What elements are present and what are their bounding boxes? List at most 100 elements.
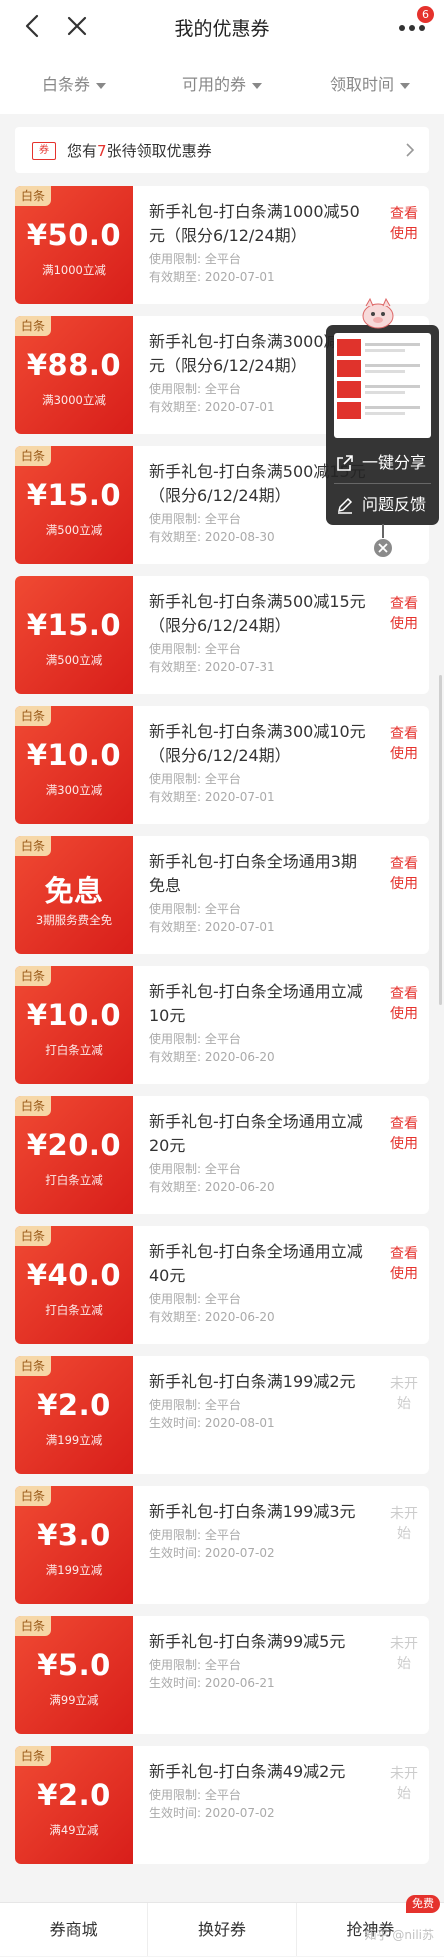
coupon-amount: ¥10.0 (26, 998, 122, 1032)
filter-availability[interactable]: 可用的券 (148, 71, 296, 95)
not-started-label: 未开始 (390, 1636, 418, 1672)
coupon-tag: 白条 (15, 706, 52, 726)
coupon-limit: 使用限制: 全平台 (149, 642, 241, 656)
coupon-card[interactable]: 白条 免息 3期服务费全免 新手礼包-打白条全场通用3期免息 使用限制: 全平台 有效期至… (15, 836, 429, 954)
coupon-details: 新手礼包-打白条满99减5元 使用限制: 全平台 生效时间: 2020-06-21 (149, 1630, 369, 1692)
close-popup-icon[interactable] (373, 538, 393, 558)
coupon-card[interactable]: 白条 ¥2.0 满49立减 新手礼包-打白条满49减2元 使用限制: 全平台 生效时间: … (15, 1746, 429, 1864)
coupon-card[interactable]: 白条 ¥5.0 满99立减 新手礼包-打白条满99减5元 使用限制: 全平台 生效时间: … (15, 1616, 429, 1734)
coupon-details: 新手礼包-打白条满199减2元 使用限制: 全平台 生效时间: 2020-08-01 (149, 1370, 369, 1432)
coupon-condition: 满199立减 (45, 1563, 103, 1577)
mascot-icon (362, 297, 394, 329)
filter-bar: 白条券 可用的券 领取时间 (0, 52, 444, 114)
coupon-tag: 白条 (15, 446, 52, 466)
coupon-date: 有效期至: 2020-06-20 (149, 1180, 275, 1194)
coupon-date: 生效时间: 2020-07-02 (149, 1546, 275, 1560)
coupon-tag: 白条 (15, 1616, 52, 1636)
coupon-card[interactable]: 白条 ¥10.0 满300立减 新手礼包-打白条满300减10元（限分6/12/24期… (15, 706, 429, 824)
coupon-tag: 白条 (15, 1226, 52, 1246)
coupon-amount: ¥50.0 (26, 218, 122, 252)
coupon-tag: 白条 (15, 1746, 52, 1766)
filter-coupon-type[interactable]: 白条券 (0, 71, 148, 95)
coupon-details: 新手礼包-打白条全场通用立减10元 使用限制: 全平台 有效期至: 2020-06-… (149, 980, 369, 1066)
coupon-condition: 打白条立减 (45, 1043, 103, 1057)
notice-prefix: 您有 (67, 142, 98, 160)
view-use-button[interactable]: 查看使用 (389, 854, 419, 894)
coupon-card[interactable]: 白条 ¥10.0 打白条立减 新手礼包-打白条全场通用立减10元 使用限制: 全平台 有效… (15, 966, 429, 1084)
more-icon[interactable] (398, 24, 426, 32)
coupon-date: 有效期至: 2020-07-01 (149, 790, 275, 804)
coupon-amount: ¥88.0 (26, 348, 122, 382)
coupon-title: 新手礼包-打白条满199减3元 (149, 1502, 356, 1521)
coupon-date: 有效期至: 2020-06-20 (149, 1050, 275, 1064)
coupon-condition: 打白条立减 (45, 1173, 103, 1187)
coupon-condition: 3期服务费全免 (35, 913, 113, 927)
view-use-button[interactable]: 查看使用 (389, 984, 419, 1024)
filter-label: 领取时间 (329, 75, 394, 94)
coupon-tag: 白条 (15, 1096, 52, 1116)
coupon-tag: 白条 (15, 186, 52, 206)
coupon-tag: 白条 (15, 836, 52, 856)
coupon-card[interactable]: ¥15.0 满500立减 新手礼包-打白条满500减15元（限分6/12/24期） 使… (15, 576, 429, 694)
coupon-amount: ¥2.0 (37, 1778, 111, 1812)
coupon-details: 新手礼包-打白条满500减15元（限分6/12/24期） 使用限制: 全平台有效期… (149, 590, 369, 676)
tab-coupon-mall[interactable]: 券商城 (0, 1903, 147, 1956)
notice-suffix: 张待领取优惠券 (106, 142, 212, 160)
caret-down-icon (400, 82, 410, 89)
coupon-card[interactable]: 白条 ¥3.0 满199立减 新手礼包-打白条满199减3元 使用限制: 全平台 生效时间… (15, 1486, 429, 1604)
coupon-condition: 满99立减 (49, 1693, 99, 1707)
coupon-title: 新手礼包-打白条满1000减50元（限分6/12/24期） (149, 202, 360, 245)
screenshot-thumbnail[interactable] (334, 333, 431, 438)
share-button[interactable]: 一键分享 (334, 445, 438, 481)
view-use-button[interactable]: 查看使用 (389, 1114, 419, 1154)
coupon-card[interactable]: 白条 ¥2.0 满199立减 新手礼包-打白条满199减2元 使用限制: 全平台 生效时间… (15, 1356, 429, 1474)
coupon-title: 新手礼包-打白条满500减15元（限分6/12/24期） (149, 592, 366, 635)
coupon-title: 新手礼包-打白条满49减2元 (149, 1762, 346, 1781)
scrollbar[interactable] (439, 675, 442, 1005)
coupon-condition: 满1000立减 (42, 263, 106, 277)
coupon-date: 生效时间: 2020-06-21 (149, 1676, 275, 1690)
coupon-amount: ¥40.0 (26, 1258, 122, 1292)
coupon-condition: 满3000立减 (42, 393, 106, 407)
coupon-condition: 满199立减 (45, 1433, 103, 1447)
notice-count: 7 (97, 142, 107, 160)
coupon-title: 新手礼包-打白条全场通用3期免息 (149, 852, 357, 895)
share-popup: 一键分享 问题反馈 (326, 325, 439, 525)
pending-coupons-notice[interactable]: 券 您有7张待领取优惠券 (15, 127, 429, 173)
coupon-details: 新手礼包-打白条满300减10元（限分6/12/24期） 使用限制: 全平台 有效期… (149, 720, 369, 806)
coupon-card[interactable]: 白条 ¥40.0 打白条立减 新手礼包-打白条全场通用立减40元 使用限制: 全平台 有效… (15, 1226, 429, 1344)
coupon-tag: 白条 (15, 316, 52, 336)
edit-icon (337, 497, 353, 514)
coupon-date: 生效时间: 2020-08-01 (149, 1416, 275, 1430)
filter-sort-time[interactable]: 领取时间 (296, 71, 444, 95)
coupon-value-panel: 白条 ¥10.0 打白条立减 (15, 966, 133, 1084)
coupon-condition: 满500立减 (45, 653, 103, 667)
coupon-value-panel: 白条 ¥5.0 满99立减 (15, 1616, 133, 1734)
coupon-details: 新手礼包-打白条全场通用立减40元 使用限制: 全平台 有效期至: 2020-06-… (149, 1240, 369, 1326)
coupon-tag: 白条 (15, 1486, 52, 1506)
popup-stem (382, 524, 384, 538)
coupon-condition: 满300立减 (45, 783, 103, 797)
coupon-date: 有效期至: 2020-07-31 (149, 660, 275, 674)
coupon-tag: 白条 (15, 966, 52, 986)
coupon-limit: 使用限制: 全平台 (149, 1032, 241, 1046)
coupon-amount: ¥3.0 (37, 1518, 111, 1552)
view-use-button[interactable]: 查看使用 (389, 724, 419, 764)
coupon-amount: ¥10.0 (26, 738, 122, 772)
coupon-date: 生效时间: 2020-07-02 (149, 1806, 275, 1820)
coupon-value-panel: 白条 ¥40.0 打白条立减 (15, 1226, 133, 1344)
coupon-limit: 使用限制: 全平台 (149, 1658, 241, 1672)
coupon-limit: 使用限制: 全平台 (149, 252, 241, 266)
view-use-button[interactable]: 查看使用 (389, 594, 419, 634)
coupon-value-panel: 白条 ¥3.0 满199立减 (15, 1486, 133, 1604)
view-use-button[interactable]: 查看使用 (389, 204, 419, 244)
caret-down-icon (252, 82, 262, 89)
coupon-value-panel: 白条 ¥15.0 满500立减 (15, 446, 133, 564)
coupon-title: 新手礼包-打白条全场通用立减20元 (149, 1112, 363, 1155)
feedback-button[interactable]: 问题反馈 (334, 487, 438, 523)
coupon-card[interactable]: 白条 ¥20.0 打白条立减 新手礼包-打白条全场通用立减20元 使用限制: 全平台 有效… (15, 1096, 429, 1214)
view-use-button[interactable]: 查看使用 (389, 1244, 419, 1284)
coupon-details: 新手礼包-打白条满199减3元 使用限制: 全平台 生效时间: 2020-07-02 (149, 1500, 369, 1562)
tab-exchange-coupons[interactable]: 换好券 (147, 1903, 295, 1956)
coupon-card[interactable]: 白条 ¥50.0 满1000立减 新手礼包-打白条满1000减50元（限分6/12/2… (15, 186, 429, 304)
